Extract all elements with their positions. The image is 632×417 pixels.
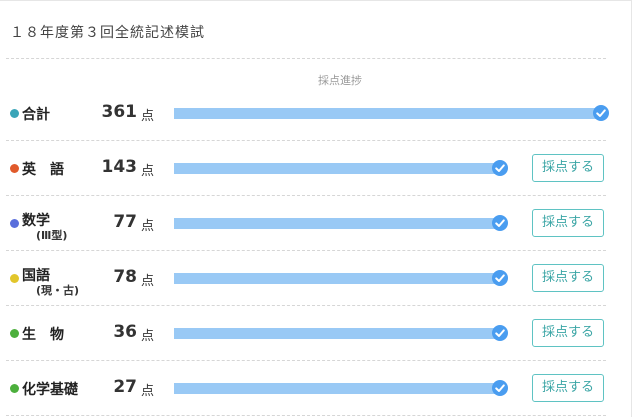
subject-name: 合計 bbox=[22, 107, 50, 123]
score-row: 生 物 36 点 採点する bbox=[0, 306, 632, 361]
progress-bar bbox=[174, 328, 500, 339]
grade-button[interactable]: 採点する bbox=[532, 374, 604, 402]
score-row: 英 語 143 点 採点する bbox=[0, 141, 632, 196]
score-value: 77 bbox=[113, 212, 137, 232]
subject-subtype: (現・古) bbox=[36, 284, 80, 297]
row-divider bbox=[6, 415, 606, 416]
progress-bar bbox=[174, 383, 500, 394]
check-complete-icon bbox=[593, 105, 609, 121]
score-row: 国語 (現・古) 78 点採点する bbox=[0, 251, 632, 306]
progress-bar bbox=[174, 108, 601, 119]
score-value: 36 bbox=[113, 322, 137, 342]
score-unit: 点 bbox=[141, 274, 155, 289]
score-row: 合計 361 点 bbox=[0, 86, 632, 141]
score-value: 143 bbox=[101, 157, 138, 177]
score-row: 数学 (Ⅲ型) 77 点採点する bbox=[0, 196, 632, 251]
subject-subtype: (Ⅲ型) bbox=[36, 229, 68, 242]
score-value: 361 bbox=[101, 102, 138, 122]
subject-name: 生 物 bbox=[22, 327, 64, 343]
check-complete-icon bbox=[492, 325, 508, 341]
check-complete-icon bbox=[492, 380, 508, 396]
grade-button[interactable]: 採点する bbox=[532, 209, 604, 237]
score-unit: 点 bbox=[141, 164, 155, 179]
subject-color-dot bbox=[10, 164, 19, 173]
header-divider bbox=[6, 58, 606, 59]
progress-bar bbox=[174, 218, 500, 229]
check-complete-icon bbox=[492, 215, 508, 231]
score-unit: 点 bbox=[141, 219, 155, 234]
grade-button[interactable]: 採点する bbox=[532, 264, 604, 292]
exam-title: １８年度第３回全統記述模試 bbox=[10, 25, 205, 41]
subject-name: 英 語 bbox=[22, 162, 64, 178]
grade-button[interactable]: 採点する bbox=[532, 319, 604, 347]
score-unit: 点 bbox=[141, 384, 155, 399]
subject-color-dot bbox=[10, 329, 19, 338]
subject-color-dot bbox=[10, 109, 19, 118]
subject-color-dot bbox=[10, 274, 19, 283]
grade-button[interactable]: 採点する bbox=[532, 154, 604, 182]
progress-bar bbox=[174, 273, 500, 284]
score-value: 78 bbox=[113, 267, 137, 287]
score-value: 27 bbox=[113, 377, 137, 397]
score-unit: 点 bbox=[141, 109, 155, 124]
subject-color-dot bbox=[10, 384, 19, 393]
check-complete-icon bbox=[492, 160, 508, 176]
subject-color-dot bbox=[10, 219, 19, 228]
progress-bar bbox=[174, 163, 500, 174]
check-complete-icon bbox=[492, 270, 508, 286]
subject-name: 化学基礎 bbox=[22, 382, 78, 398]
score-unit: 点 bbox=[141, 329, 155, 344]
score-row: 化学基礎 27 点 採点する bbox=[0, 361, 632, 416]
